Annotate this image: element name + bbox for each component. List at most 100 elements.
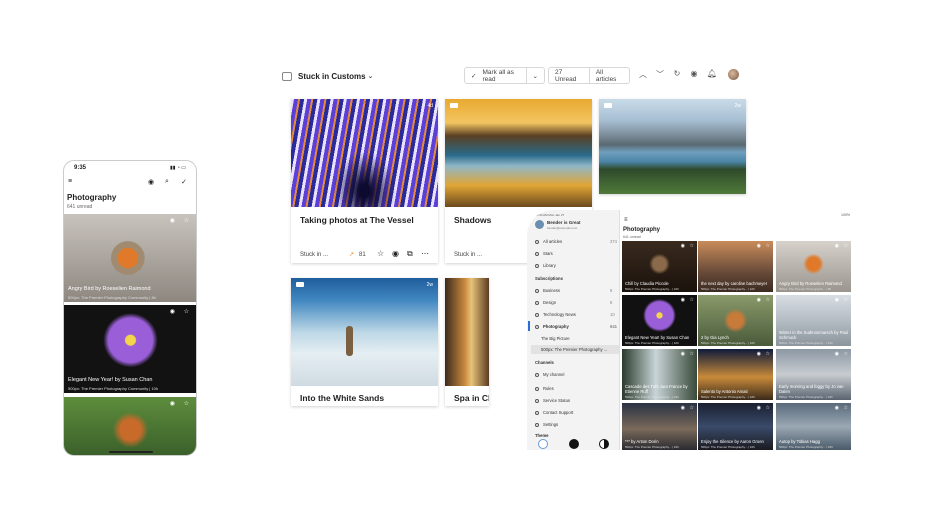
list-item[interactable]: ◉ ☆ Elegant New Year! by Susan Chan 500p… bbox=[64, 305, 196, 393]
chevron-down-icon[interactable]: ⌄ bbox=[368, 72, 374, 80]
sidebar-item-rules[interactable]: Rules bbox=[535, 386, 554, 391]
theme-dark-option[interactable] bbox=[569, 439, 579, 449]
article-title[interactable]: Spa in Ch bbox=[454, 393, 489, 403]
grid-tile[interactable]: ◉ ☆ *** by Anton Dorin 500px: The Premier P… bbox=[622, 403, 697, 450]
more-icon[interactable]: ⋯ bbox=[421, 249, 429, 258]
read-icon[interactable]: ◉ bbox=[681, 351, 685, 357]
article-card[interactable]: 2w Into the White Sands bbox=[291, 278, 438, 406]
item-source: 500px: The Premier Photography Community… bbox=[68, 295, 156, 300]
sidebar-item-business[interactable]: Business 5 bbox=[535, 288, 612, 293]
sidebar-item-service-status[interactable]: Service Status bbox=[535, 398, 570, 403]
next-icon[interactable]: ﹀ bbox=[654, 69, 666, 80]
grid-tile[interactable]: ◉ ☆ Salento by Antonio Amati 500px: The Pre… bbox=[698, 349, 773, 400]
sidebar-item-label: Service Status bbox=[543, 398, 570, 403]
grid-tile[interactable]: ◉ ☆ Early morning and foggy by Jo van Dale… bbox=[776, 349, 851, 400]
grid-tile[interactable]: ◉ ☆ Chill by Claudia Piccole 500px: The Pre… bbox=[622, 241, 697, 292]
star-icon[interactable]: ☆ bbox=[844, 243, 848, 249]
prev-icon[interactable]: ︿ bbox=[637, 69, 649, 80]
search-icon[interactable]: ⌕ bbox=[165, 178, 169, 186]
read-icon[interactable]: ◉ bbox=[757, 243, 761, 249]
sidebar-item-500px[interactable]: 500px: The Premier Photography ... bbox=[541, 347, 607, 352]
read-icon[interactable]: ◉ bbox=[757, 351, 761, 357]
unread-filter[interactable]: 27 Unread bbox=[549, 68, 589, 83]
star-icon[interactable]: ☆ bbox=[184, 400, 189, 407]
all-articles-filter[interactable]: All articles bbox=[588, 68, 629, 83]
spa-image bbox=[445, 278, 489, 386]
star-icon[interactable]: ☆ bbox=[377, 249, 384, 258]
grid-tile[interactable]: ◉ ☆ Autop by Tobias Hagg 500px: The Premier… bbox=[776, 403, 851, 450]
sidebar-section-channels: Channels bbox=[535, 360, 554, 365]
star-icon[interactable]: ☆ bbox=[690, 297, 694, 303]
grid-tile[interactable]: ◉ ☆ Elegant New Year! by Susan Chan 500px: … bbox=[622, 295, 697, 346]
read-icon[interactable]: ◉ bbox=[835, 243, 839, 249]
sidebar-item-design[interactable]: Design 8 bbox=[535, 300, 612, 305]
article-title[interactable]: Into the White Sands bbox=[300, 393, 384, 403]
sidebar-item-settings[interactable]: Settings bbox=[535, 422, 558, 427]
read-icon[interactable]: ◉ bbox=[757, 297, 761, 303]
menu-icon[interactable]: ≡ bbox=[68, 178, 72, 185]
grid-tile[interactable]: ◉ ☆ Enjoy the Silence by Aaron Groen 500px:… bbox=[698, 403, 773, 450]
open-external-icon[interactable]: ⧉ bbox=[407, 249, 413, 259]
sidebar-item-all-articles[interactable]: All articles 374 bbox=[535, 239, 617, 244]
read-icon[interactable]: ◉ bbox=[835, 405, 839, 411]
sidebar-item-library[interactable]: Library bbox=[535, 263, 556, 268]
read-icon[interactable]: ◉ bbox=[681, 297, 685, 303]
grid-tile[interactable]: ◉ ☆ Winter in the Sudmonmarsch by Paul Sch… bbox=[776, 295, 851, 346]
star-icon[interactable]: ☆ bbox=[766, 297, 770, 303]
article-title[interactable]: Shadows bbox=[454, 215, 491, 225]
read-icon[interactable]: ◉ bbox=[681, 243, 685, 249]
star-icon[interactable]: ☆ bbox=[690, 243, 694, 249]
refresh-icon[interactable]: ↻ bbox=[671, 69, 683, 78]
star-icon[interactable]: ☆ bbox=[184, 217, 189, 224]
sidebar-item-my-channel[interactable]: My channel bbox=[535, 372, 564, 377]
star-icon[interactable]: ☆ bbox=[844, 405, 848, 411]
grid-tile[interactable]: ◉ ☆ the next day by caroline bachmeyer 500p… bbox=[698, 241, 773, 292]
read-icon[interactable]: ◉ bbox=[835, 297, 839, 303]
grid-tile[interactable]: ◉ ☆ 2 by Gia Lynch 500px: The Premier Photo… bbox=[698, 295, 773, 346]
star-icon[interactable]: ☆ bbox=[844, 351, 848, 357]
list-item[interactable]: ◉ ☆ Angry Bird by Roeselien Raimond 500p… bbox=[64, 214, 196, 302]
read-later-icon[interactable]: ◉ bbox=[392, 249, 399, 258]
read-icon[interactable]: ◉ bbox=[170, 217, 175, 224]
star-icon[interactable]: ☆ bbox=[690, 351, 694, 357]
bell-icon[interactable]: 🔔︎ bbox=[706, 69, 718, 78]
sidebar-item-stars[interactable]: Stars bbox=[535, 251, 553, 256]
read-icon[interactable]: ◉ bbox=[170, 400, 175, 407]
feed-icon bbox=[282, 71, 292, 81]
check-circle-icon[interactable]: ✓ bbox=[181, 178, 187, 186]
grid-tile[interactable]: ◉ ☆ Cascade des Tufs Jura France by Etienn… bbox=[622, 349, 697, 400]
sidebar-item-photography[interactable]: Photography 641 bbox=[535, 324, 617, 329]
read-icon[interactable]: ◉ bbox=[681, 405, 685, 411]
star-icon[interactable]: ☆ bbox=[766, 243, 770, 249]
avatar[interactable] bbox=[728, 69, 739, 80]
home-indicator bbox=[109, 451, 153, 453]
article-card[interactable]: 2w bbox=[599, 99, 746, 194]
star-icon[interactable]: ☆ bbox=[184, 308, 189, 315]
theme-auto-option[interactable] bbox=[599, 439, 609, 449]
avatar[interactable] bbox=[535, 220, 544, 229]
dropdown-icon[interactable]: ⌄ bbox=[525, 68, 544, 83]
read-icon[interactable]: ◉ bbox=[170, 308, 175, 315]
sidebar-item-contact-support[interactable]: Contact Support bbox=[535, 410, 573, 415]
mark-all-read-button[interactable]: ✓ Mark all as read ⌄ bbox=[464, 67, 545, 84]
feed-title[interactable]: Stuck in Customs bbox=[298, 72, 366, 81]
article-title[interactable]: Taking photos at The Vessel bbox=[300, 215, 414, 225]
filter-group: 27 Unread All articles bbox=[548, 67, 630, 84]
read-icon[interactable]: ◉ bbox=[835, 351, 839, 357]
star-icon[interactable]: ☆ bbox=[766, 405, 770, 411]
eye-icon[interactable]: ◉ bbox=[148, 178, 154, 186]
menu-icon[interactable]: ≡ bbox=[624, 217, 628, 223]
sidebar-item-big-picture[interactable]: The Big Picture bbox=[541, 336, 570, 341]
article-card[interactable]: Spa in Ch bbox=[445, 278, 489, 406]
read-icon[interactable]: ◉ bbox=[757, 405, 761, 411]
list-item[interactable]: ◉ ☆ bbox=[64, 397, 196, 455]
theme-light-option[interactable] bbox=[538, 439, 548, 449]
article-card[interactable]: 4d Taking photos at The Vessel Stuck in … bbox=[291, 99, 438, 263]
sidebar-item-technology-news[interactable]: Technology News 10 bbox=[535, 312, 615, 317]
sidebar-item-count: 10 bbox=[610, 312, 615, 317]
grid-tile[interactable]: ◉ ☆ Angry Bird by Roeselien Raimond 500px: … bbox=[776, 241, 851, 292]
eye-icon[interactable]: ◉ bbox=[688, 69, 700, 78]
star-icon[interactable]: ☆ bbox=[690, 405, 694, 411]
star-icon[interactable]: ☆ bbox=[766, 351, 770, 357]
star-icon[interactable]: ☆ bbox=[844, 297, 848, 303]
